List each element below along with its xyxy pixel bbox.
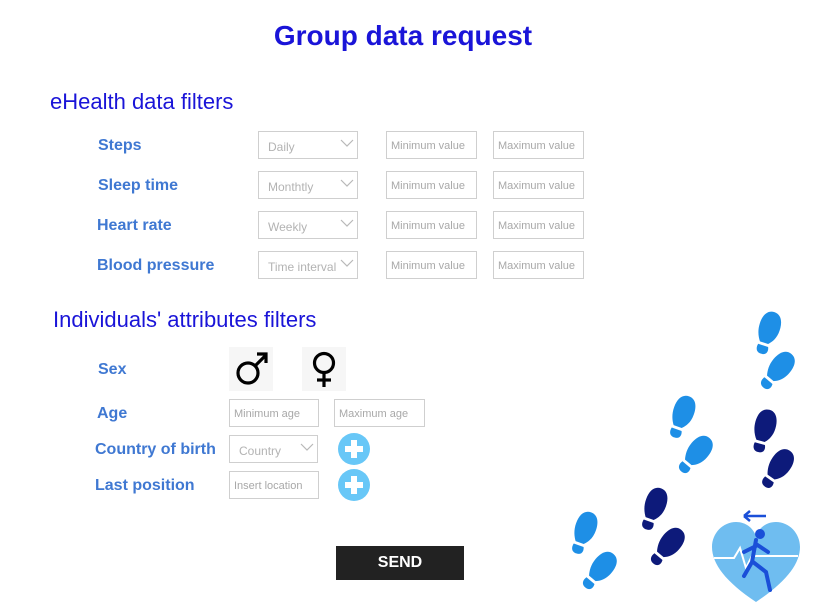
plus-icon: [345, 476, 363, 494]
footprints-illustration: [566, 308, 800, 602]
blood-pressure-label: Blood pressure: [97, 257, 215, 274]
footprints-icon: [636, 484, 690, 571]
heart-rate-period-select[interactable]: Weekly: [258, 211, 358, 239]
male-symbol-icon: [236, 352, 268, 385]
sleep-time-min-input[interactable]: Minimum value: [386, 171, 477, 199]
heart-rate-label: Heart rate: [97, 217, 172, 234]
age-label: Age: [97, 405, 128, 422]
chevron-down-icon: [340, 259, 354, 267]
sex-label: Sex: [98, 361, 127, 378]
page-title: Group data request: [273, 20, 533, 51]
last-position-label: Last position: [95, 477, 195, 494]
steps-label: Steps: [98, 137, 142, 154]
sleep-time-label: Sleep time: [98, 177, 179, 194]
blood-pressure-min-input[interactable]: Minimum value: [386, 251, 477, 279]
age-min-input[interactable]: Minimum age: [229, 399, 319, 427]
blood-pressure-period-select[interactable]: Time interval: [258, 251, 358, 279]
chevron-down-icon: [300, 443, 314, 451]
male-button[interactable]: [229, 347, 273, 391]
steps-min-input[interactable]: Minimum value: [386, 131, 477, 159]
footprints-icon: [566, 508, 622, 595]
blood-pressure-max-input[interactable]: Maximum value: [493, 251, 584, 279]
steps-period-value: Daily: [268, 140, 295, 154]
chevron-down-icon: [340, 139, 354, 147]
send-button[interactable]: SEND: [336, 546, 464, 580]
steps-period-select[interactable]: Daily: [258, 131, 358, 159]
plus-icon: [345, 440, 363, 458]
female-button[interactable]: [302, 347, 346, 391]
sleep-time-max-input[interactable]: Maximum value: [493, 171, 584, 199]
add-location-button[interactable]: [338, 469, 370, 501]
footprints-icon: [664, 392, 718, 479]
country-of-birth-label: Country of birth: [95, 441, 216, 458]
country-select-value: Country: [239, 444, 282, 458]
sleep-time-period-value: Monthtly: [268, 180, 314, 194]
country-select[interactable]: Country: [229, 435, 318, 463]
chevron-down-icon: [340, 179, 354, 187]
heart-rate-min-input[interactable]: Minimum value: [386, 211, 477, 239]
location-input[interactable]: Insert location: [229, 471, 319, 499]
age-max-input[interactable]: Maximum age: [334, 399, 425, 427]
heart-runner-icon: [712, 510, 800, 602]
steps-max-input[interactable]: Maximum value: [493, 131, 584, 159]
footprints-icon: [748, 407, 799, 493]
ehealth-heading: eHealth data filters: [50, 89, 234, 114]
sleep-time-period-select[interactable]: Monthtly: [258, 171, 358, 199]
attributes-heading: Individuals' attributes filters: [53, 307, 317, 332]
female-symbol-icon: [312, 351, 336, 387]
add-country-button[interactable]: [338, 433, 370, 465]
blood-pressure-period-value: Time interval: [268, 260, 337, 274]
chevron-down-icon: [340, 219, 354, 227]
heart-rate-max-input[interactable]: Maximum value: [493, 211, 584, 239]
heart-rate-period-value: Weekly: [268, 220, 308, 234]
footprints-icon: [751, 308, 800, 395]
